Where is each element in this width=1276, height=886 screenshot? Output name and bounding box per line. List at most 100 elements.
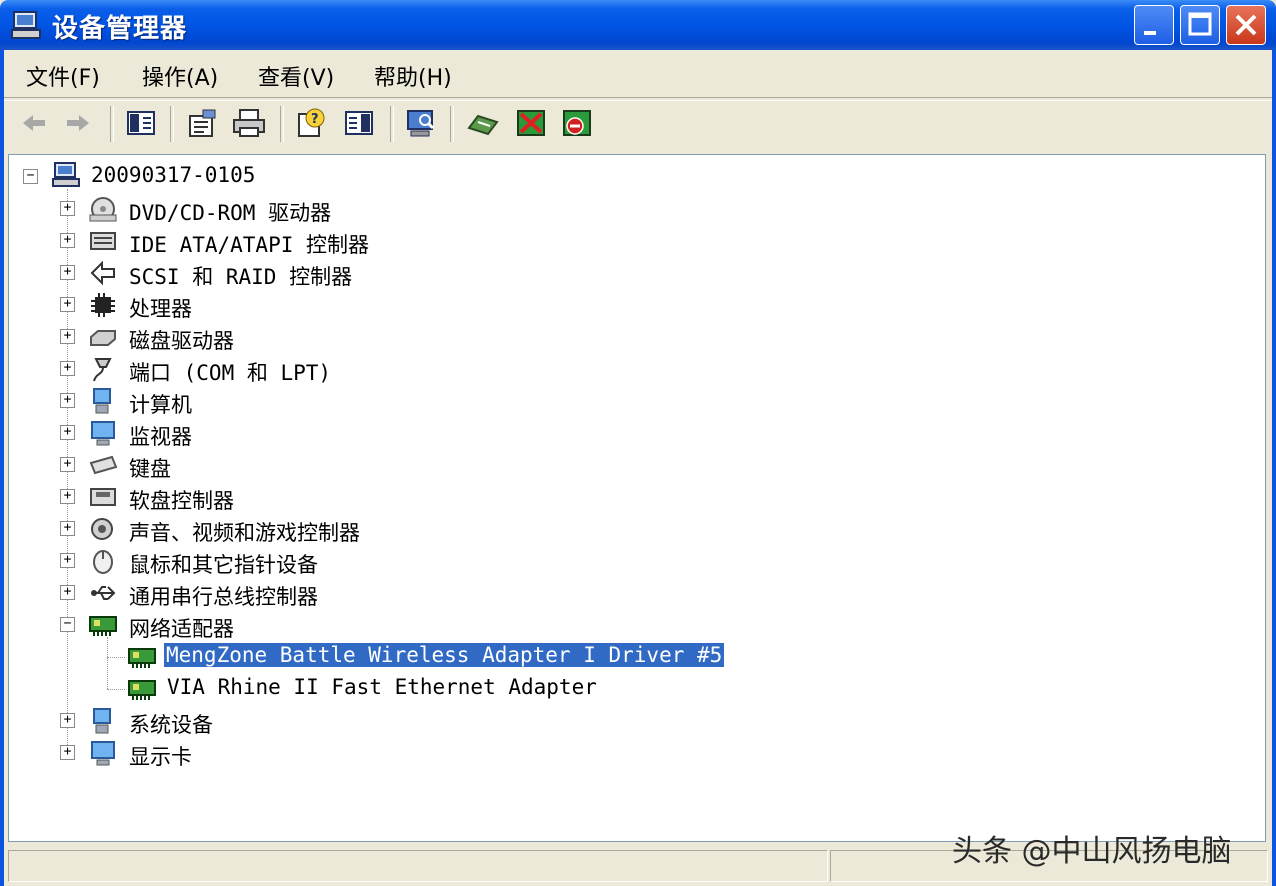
category-expander[interactable]: + — [60, 265, 75, 280]
tree-item-category[interactable]: 声音、视频和游戏控制器 — [129, 517, 360, 547]
uninstall-button[interactable] — [514, 106, 548, 140]
tree-item-category[interactable]: 网络适配器 — [129, 613, 234, 643]
device-tree[interactable]: − 20090317-0105 + DVD/CD-ROM 驱动器 + IDE ATA/… — [8, 154, 1266, 842]
tree-item-category[interactable]: 鼠标和其它指针设备 — [129, 549, 318, 579]
category-expander[interactable]: + — [60, 553, 75, 568]
port-icon — [93, 358, 112, 382]
show-hide-action-pane-button[interactable] — [342, 106, 376, 140]
tree-item-network-child[interactable]: VIA Rhine II Fast Ethernet Adapter — [167, 675, 597, 699]
close-icon — [1235, 14, 1257, 36]
tree-item-category[interactable]: 处理器 — [129, 293, 192, 323]
window-frame-right — [1272, 50, 1276, 886]
category-expander[interactable]: − — [60, 617, 75, 632]
keyboard-icon — [89, 455, 118, 475]
properties-icon — [189, 109, 216, 137]
toolbar-separator — [280, 106, 284, 142]
status-panel-main — [8, 850, 828, 882]
category-expander[interactable]: + — [60, 393, 75, 408]
print-button[interactable] — [232, 106, 266, 140]
uninstall-icon — [517, 110, 545, 136]
menu-help[interactable]: 帮助(H) — [374, 60, 452, 92]
category-expander[interactable]: + — [60, 425, 75, 440]
toolbar: ? — [4, 100, 1272, 146]
toolbar-separator — [170, 106, 174, 142]
tree-item-network-child-selected[interactable]: MengZone Battle Wireless Adapter I Drive… — [162, 642, 726, 668]
scan-hardware-button[interactable] — [404, 106, 438, 140]
category-expander[interactable]: + — [60, 457, 75, 472]
tree-item-category[interactable]: 显示卡 — [129, 741, 192, 771]
properties-button[interactable] — [186, 106, 220, 140]
window-frame-left — [0, 50, 4, 886]
floppy-controller-icon — [90, 488, 116, 506]
category-expander[interactable]: + — [60, 201, 75, 216]
root-expander[interactable]: − — [23, 169, 38, 184]
back-arrow-icon — [23, 115, 45, 131]
update-driver-button[interactable] — [466, 106, 500, 140]
disk-drive-icon — [90, 330, 116, 346]
device-manager-icon — [11, 11, 41, 39]
title-bar[interactable]: 设备管理器 — [0, 0, 1276, 50]
forward-arrow-icon — [67, 115, 89, 131]
tree-item-category[interactable]: 通用串行总线控制器 — [129, 581, 318, 611]
watermark-text: 头条 @中山风扬电脑 — [952, 834, 1232, 869]
sound-icon — [91, 518, 113, 540]
processor-icon — [91, 293, 115, 317]
network-adapter-icon — [128, 648, 156, 668]
menu-bar: 文件(F) 操作(A) 查看(V) 帮助(H) — [4, 52, 1272, 96]
tree-item-category[interactable]: DVD/CD-ROM 驱动器 — [129, 197, 331, 227]
show-hide-tree-button[interactable] — [124, 106, 158, 140]
window-title: 设备管理器 — [52, 14, 188, 44]
help-button[interactable]: ? — [294, 106, 328, 140]
display-adapter-icon — [91, 741, 115, 766]
disable-icon — [563, 110, 591, 136]
tree-item-category[interactable]: 端口 (COM 和 LPT) — [129, 357, 331, 387]
tree-item-category[interactable]: SCSI 和 RAID 控制器 — [129, 261, 352, 291]
maximize-button[interactable] — [1180, 5, 1220, 45]
network-adapter-icon — [128, 680, 156, 700]
toolbar-separator — [390, 106, 394, 142]
scan-hardware-icon — [407, 110, 435, 137]
category-expander[interactable]: + — [60, 585, 75, 600]
ide-controller-icon — [90, 232, 116, 250]
category-expander[interactable]: + — [60, 713, 75, 728]
tree-item-category[interactable]: 磁盘驱动器 — [129, 325, 234, 355]
help-icon: ? — [298, 108, 325, 137]
show-hide-tree-icon — [127, 111, 155, 135]
mouse-icon — [93, 550, 113, 574]
category-expander[interactable]: + — [60, 361, 75, 376]
tree-item-category[interactable]: 计算机 — [129, 389, 192, 419]
category-expander[interactable]: + — [60, 329, 75, 344]
system-device-icon — [93, 708, 111, 734]
minimize-icon — [1144, 31, 1156, 35]
forward-button[interactable] — [62, 106, 96, 140]
monitor-icon — [91, 421, 115, 446]
tree-item-category[interactable]: 系统设备 — [129, 709, 213, 739]
category-expander[interactable]: + — [60, 745, 75, 760]
computer-icon — [93, 388, 111, 414]
svg-text:?: ? — [311, 112, 319, 127]
usb-icon — [91, 586, 116, 600]
menu-action[interactable]: 操作(A) — [142, 60, 218, 92]
menu-view[interactable]: 查看(V) — [258, 60, 334, 92]
disable-button[interactable] — [560, 106, 594, 140]
category-expander[interactable]: + — [60, 521, 75, 536]
show-hide-action-pane-icon — [345, 111, 373, 135]
print-icon — [233, 109, 265, 137]
tree-item-category[interactable]: 监视器 — [129, 421, 192, 451]
tree-connector — [107, 657, 125, 658]
category-expander[interactable]: + — [60, 489, 75, 504]
menu-file[interactable]: 文件(F) — [26, 60, 100, 92]
back-button[interactable] — [16, 106, 50, 140]
close-button[interactable] — [1226, 5, 1266, 45]
tree-item-category[interactable]: IDE ATA/ATAPI 控制器 — [129, 229, 369, 259]
tree-root-label[interactable]: 20090317-0105 — [91, 163, 255, 187]
network-adapter-icon — [89, 616, 117, 636]
computer-root-icon — [52, 162, 80, 187]
scsi-icon — [90, 260, 115, 286]
minimize-button[interactable] — [1134, 5, 1174, 45]
tree-item-category[interactable]: 软盘控制器 — [129, 485, 234, 515]
category-expander[interactable]: + — [60, 233, 75, 248]
tree-item-category[interactable]: 键盘 — [129, 453, 171, 483]
category-expander[interactable]: + — [60, 297, 75, 312]
tree-connector — [107, 689, 125, 690]
